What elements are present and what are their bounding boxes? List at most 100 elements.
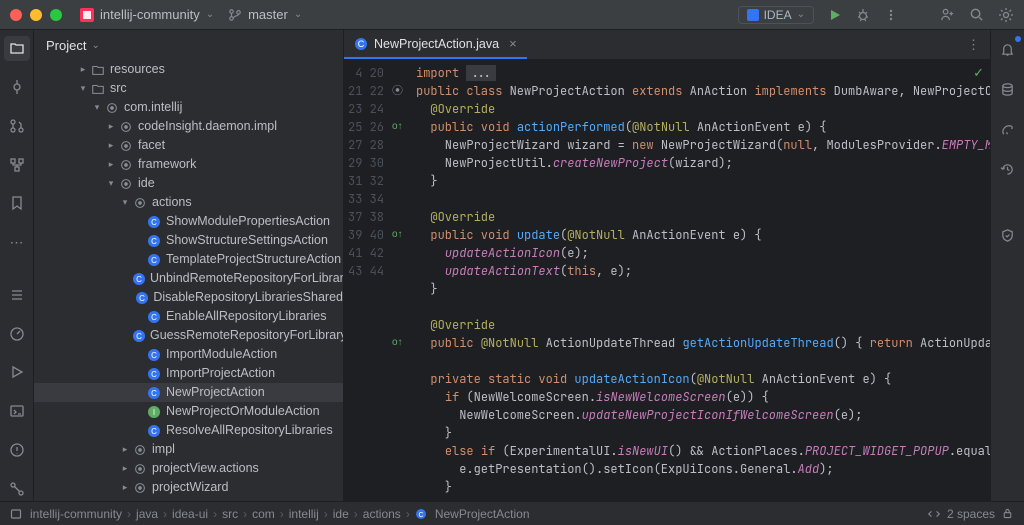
- tree-item[interactable]: ▾ src: [34, 79, 343, 98]
- tree-arrow-icon[interactable]: ▸: [104, 136, 118, 155]
- tree-arrow-icon[interactable]: ▸: [76, 60, 90, 79]
- code-area[interactable]: ✓ 4 20 21 22 23 24 25 26 27 28 29 30 31 …: [344, 60, 990, 501]
- breadcrumb-segment[interactable]: intellij-community: [30, 507, 122, 521]
- svg-text:C: C: [151, 313, 157, 322]
- tree-item[interactable]: ▸projectWizard: [34, 478, 343, 497]
- tree-item[interactable]: CUnbindRemoteRepositoryForLibrary: [34, 269, 343, 288]
- breadcrumb-segment[interactable]: NewProjectAction: [435, 507, 530, 521]
- services-tool-button[interactable]: [4, 360, 30, 385]
- tree-arrow-icon[interactable]: ▸: [118, 478, 132, 497]
- inspections-indicator[interactable]: ✓: [973, 65, 984, 81]
- tree-item[interactable]: CImportModuleAction: [34, 345, 343, 364]
- breadcrumb-segment[interactable]: src: [222, 507, 238, 521]
- close-window-button[interactable]: [10, 9, 22, 21]
- profiler-tool-button[interactable]: [4, 321, 30, 346]
- todo-tool-button[interactable]: [4, 283, 30, 308]
- tree-arrow-icon[interactable]: ▾: [90, 98, 104, 117]
- tree-item[interactable]: CShowModulePropertiesAction: [34, 212, 343, 231]
- editor-more-button[interactable]: ⋮: [967, 37, 980, 53]
- vcs-tool-button[interactable]: [4, 476, 30, 501]
- tree-item[interactable]: ▾ actions: [34, 193, 343, 212]
- package-icon: [104, 101, 120, 115]
- commit-tool-button[interactable]: [4, 75, 30, 100]
- gradle-tool-button[interactable]: [995, 116, 1021, 142]
- breadcrumb-segment[interactable]: ide: [333, 507, 349, 521]
- code-with-me-button[interactable]: [940, 7, 955, 22]
- project-dropdown[interactable]: intellij-community ⌄: [80, 7, 214, 22]
- tree-item-selected[interactable]: CNewProjectAction: [34, 383, 343, 402]
- code-text[interactable]: import ... public class NewProjectAction…: [416, 60, 990, 501]
- lock-icon[interactable]: [1001, 507, 1014, 520]
- database-tool-button[interactable]: [995, 76, 1021, 102]
- minimize-window-button[interactable]: [30, 9, 42, 21]
- chevron-down-icon: ⌄: [206, 9, 214, 20]
- breadcrumb-segment[interactable]: java: [136, 507, 158, 521]
- tree-arrow-icon[interactable]: ▸: [104, 117, 118, 136]
- editor-tab[interactable]: C NewProjectAction.java ×: [344, 30, 527, 59]
- breadcrumb-segment[interactable]: com: [252, 507, 275, 521]
- tree-arrow-icon[interactable]: ▸: [118, 459, 132, 478]
- tree-arrow-icon[interactable]: ▾: [118, 193, 132, 212]
- coverage-tool-button[interactable]: [995, 222, 1021, 248]
- tree-item-label: impl: [152, 440, 175, 459]
- notifications-tool-button[interactable]: [995, 36, 1021, 62]
- tree-item[interactable]: CShowStructureSettingsAction: [34, 231, 343, 250]
- recent-changes-tool-button[interactable]: [995, 156, 1021, 182]
- tree-item[interactable]: CResolveAllRepositoryLibraries: [34, 421, 343, 440]
- more-actions-button[interactable]: [884, 8, 898, 22]
- breadcrumb-segment[interactable]: idea-ui: [172, 507, 208, 521]
- tree-item-label: src: [110, 79, 127, 98]
- tree-item[interactable]: INewProjectOrModuleAction: [34, 402, 343, 421]
- pull-requests-tool-button[interactable]: [4, 114, 30, 139]
- tree-item[interactable]: ▸resources: [34, 60, 343, 79]
- tree-item[interactable]: ▸ impl: [34, 440, 343, 459]
- tree-item-label: com.intellij: [124, 98, 182, 117]
- project-panel-header[interactable]: Project ⌄: [34, 30, 343, 60]
- tree-item[interactable]: ▾ide: [34, 174, 343, 193]
- run-button[interactable]: [828, 8, 842, 22]
- run-config-dropdown[interactable]: IDEA ⌄: [738, 6, 814, 24]
- breadcrumb[interactable]: intellij-community›java›idea-ui›src›com›…: [10, 507, 530, 521]
- tree-item-label: NewProjectOrModuleAction: [166, 402, 320, 421]
- zoom-window-button[interactable]: [50, 9, 62, 21]
- tree-arrow-icon[interactable]: ▾: [76, 79, 90, 98]
- close-tab-button[interactable]: ×: [509, 36, 517, 51]
- more-tools-button[interactable]: ⋯: [4, 230, 30, 255]
- tree-arrow-icon[interactable]: ▸: [118, 440, 132, 459]
- breadcrumb-segment[interactable]: intellij: [289, 507, 319, 521]
- svg-text:C: C: [136, 332, 142, 341]
- tree-item[interactable]: ▸codeInsight.daemon.impl: [34, 117, 343, 136]
- vcs-branch-dropdown[interactable]: master ⌄: [228, 7, 302, 22]
- debug-button[interactable]: [856, 8, 870, 22]
- tree-item[interactable]: ▾ com.intellij: [34, 98, 343, 117]
- terminal-tool-button[interactable]: [4, 399, 30, 424]
- chevron-down-icon: ⌄: [797, 9, 805, 20]
- tree-item[interactable]: CImportProjectAction: [34, 364, 343, 383]
- remote-indicator-icon[interactable]: [927, 507, 941, 521]
- tree-item-label: actions: [152, 193, 192, 212]
- tree-item[interactable]: CGuessRemoteRepositoryForLibrary: [34, 326, 343, 345]
- tree-item-label: EnableAllRepositoryLibraries: [166, 307, 327, 326]
- tree-item[interactable]: ▸projectView.actions: [34, 459, 343, 478]
- tree-item-label: ResolveAllRepositoryLibraries: [166, 421, 333, 440]
- tree-item[interactable]: C EnableAllRepositoryLibraries: [34, 307, 343, 326]
- tree-arrow-icon[interactable]: ▸: [104, 155, 118, 174]
- module-icon: [10, 508, 22, 520]
- tree-arrow-icon[interactable]: ▾: [104, 174, 118, 193]
- project-tree[interactable]: ▸resources▾src▾com.intellij▸codeInsight.…: [34, 60, 343, 501]
- svg-text:C: C: [151, 370, 157, 379]
- tree-item-label: UnbindRemoteRepositoryForLibrary: [150, 269, 343, 288]
- settings-button[interactable]: [998, 7, 1014, 23]
- structure-tool-button[interactable]: [4, 152, 30, 177]
- tree-item[interactable]: ▸facet: [34, 136, 343, 155]
- tree-item[interactable]: CTemplateProjectStructureAction: [34, 250, 343, 269]
- tree-item[interactable]: ▸framework: [34, 155, 343, 174]
- breadcrumb-segment[interactable]: actions: [363, 507, 401, 521]
- indent-status[interactable]: 2 spaces: [947, 507, 995, 521]
- project-tool-button[interactable]: [4, 36, 30, 61]
- problems-tool-button[interactable]: [4, 438, 30, 463]
- tree-item[interactable]: CDisableRepositoryLibrariesShared: [34, 288, 343, 307]
- search-everywhere-button[interactable]: [969, 7, 984, 22]
- breadcrumb-separator: ›: [324, 507, 328, 521]
- bookmarks-tool-button[interactable]: [4, 191, 30, 216]
